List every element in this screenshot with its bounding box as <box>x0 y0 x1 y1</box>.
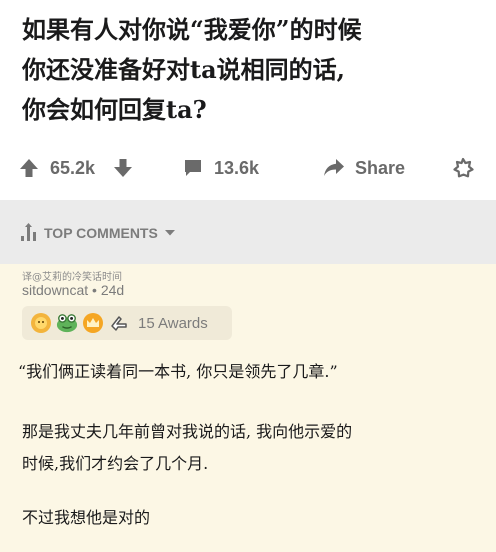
comment-line: 那是我丈夫几年前曾对我说的话, 我向他示爱的 <box>22 422 353 441</box>
gesture-award-icon <box>108 312 130 334</box>
share-button[interactable]: Share <box>355 148 405 188</box>
downvote-arrow-icon <box>114 159 132 177</box>
comment: 译@艾莉的冷笑话时间 sitdowncat • 24d 15 Awards “我… <box>0 264 496 552</box>
upvote-count: 65.2k <box>50 157 96 178</box>
post-title-line: 你还没准备好对ta说相同的话, <box>22 55 345 84</box>
chevron-down-icon <box>164 230 175 236</box>
share-icon-button[interactable] <box>322 148 346 188</box>
awards-row[interactable]: 15 Awards <box>22 306 232 340</box>
post-title-line: 你会如何回复ta? <box>22 95 207 124</box>
comment-paragraph: 不过我想他是对的 <box>22 508 151 527</box>
post-action-bar: 65.2k 13.6k Share <box>0 148 496 188</box>
share-arrow-icon <box>324 159 344 176</box>
award-star-icon <box>453 157 474 178</box>
upvote-button[interactable] <box>18 148 40 188</box>
comments-header: TOP COMMENTS <box>0 200 496 264</box>
watermark: 译@艾莉的冷笑话时间 <box>22 272 122 283</box>
comment-paragraph: 那是我丈夫几年前曾对我说的话, 我向他示爱的 时候,我们才约会了几个月. <box>22 416 492 480</box>
comment-count: 13.6k <box>214 157 260 178</box>
frog-award-icon <box>56 312 78 334</box>
sort-comments-dropdown[interactable]: TOP COMMENTS <box>20 220 176 246</box>
sort-label: TOP COMMENTS <box>44 225 158 241</box>
downvote-button[interactable] <box>112 148 134 188</box>
comment-author-meta[interactable]: sitdowncat • 24d <box>22 282 124 298</box>
upvote-arrow-icon <box>20 159 38 177</box>
give-award-button[interactable] <box>452 148 474 188</box>
post-title[interactable]: 如果有人对你说“我爱你”的时候 你还没准备好对ta说相同的话, 你会如何回复ta… <box>22 10 482 130</box>
post-title-line: 如果有人对你说“我爱你”的时候 <box>22 15 362 44</box>
comment-bubble-icon <box>185 160 201 176</box>
post: 如果有人对你说“我爱你”的时候 你还没准备好对ta说相同的话, 你会如何回复ta… <box>0 0 496 200</box>
comment-paragraph: “我们俩正读着同一本书, 你只是领先了几章.” <box>18 362 338 381</box>
sort-icon <box>21 223 36 241</box>
crown-award-icon <box>82 312 104 334</box>
comment-line: 时候,我们才约会了几个月. <box>22 454 209 473</box>
comments-button[interactable] <box>182 148 204 188</box>
sun-award-icon <box>30 312 52 334</box>
awards-count: 15 Awards <box>138 314 208 332</box>
